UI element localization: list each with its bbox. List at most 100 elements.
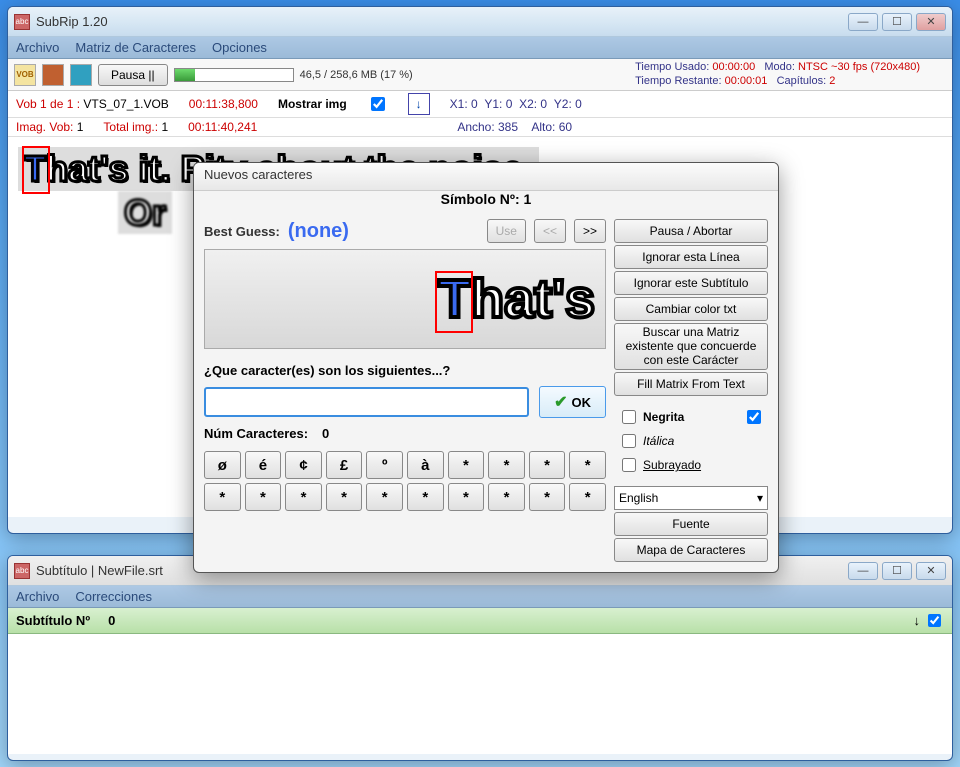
- fill-matrix-button[interactable]: Fill Matrix From Text: [614, 372, 768, 396]
- char-button-4[interactable]: º: [366, 451, 403, 479]
- char-button-5[interactable]: à: [407, 451, 444, 479]
- check-icon: ✔: [554, 392, 567, 412]
- pause-abort-button[interactable]: Pausa / Abortar: [614, 219, 768, 243]
- char-button-6[interactable]: *: [448, 451, 485, 479]
- best-guess-value: (none): [288, 220, 349, 243]
- x1: X1: 0: [450, 97, 478, 111]
- italic-checkbox[interactable]: [622, 434, 636, 448]
- imgvob-label: Imag. Vob:: [16, 120, 73, 134]
- menu2-archivo[interactable]: Archivo: [16, 589, 59, 604]
- change-color-button[interactable]: Cambiar color txt: [614, 297, 768, 321]
- char-button-13[interactable]: *: [326, 483, 363, 511]
- down-arrow-icon[interactable]: ↓: [914, 613, 921, 628]
- next-button[interactable]: >>: [574, 219, 606, 243]
- subtitle-text-area[interactable]: [8, 634, 952, 754]
- imgvob-value: 1: [77, 120, 84, 134]
- window-title: SubRip 1.20: [36, 14, 848, 29]
- progress-text: 46,5 / 258,6 MB (17 %): [300, 69, 413, 81]
- char-button-2[interactable]: ¢: [285, 451, 322, 479]
- char-button-16[interactable]: *: [448, 483, 485, 511]
- ok-button[interactable]: ✔OK: [539, 386, 606, 418]
- char-button-19[interactable]: *: [569, 483, 606, 511]
- underline-label: Subrayado: [643, 458, 701, 472]
- dropdown-icon: ▾: [757, 491, 763, 505]
- close-button-2[interactable]: ✕: [916, 562, 946, 580]
- minimize-button-2[interactable]: —: [848, 562, 878, 580]
- maximize-button-2[interactable]: ☐: [882, 562, 912, 580]
- mode-label: Modo:: [764, 61, 798, 73]
- mostrar-checkbox[interactable]: [371, 97, 385, 111]
- char-button-10[interactable]: *: [204, 483, 241, 511]
- pause-button[interactable]: Pausa ||: [98, 64, 168, 86]
- main-menubar: Archivo Matriz de Caracteres Opciones: [8, 37, 952, 59]
- subtitle-checkbox[interactable]: [928, 614, 941, 627]
- search-matrix-button[interactable]: Buscar una Matriz existente que concuerd…: [614, 323, 768, 370]
- dialog-header: Símbolo Nº: 1: [194, 191, 778, 213]
- char-button-15[interactable]: *: [407, 483, 444, 511]
- charmap-button[interactable]: Mapa de Caracteres: [614, 538, 768, 562]
- vob-label: Vob 1 de 1 :: [16, 97, 80, 111]
- use-button[interactable]: Use: [487, 219, 526, 243]
- menu-archivo[interactable]: Archivo: [16, 40, 59, 55]
- time-rem-label: Tiempo Restante:: [635, 75, 724, 87]
- ancho: Ancho: 385: [457, 120, 518, 134]
- vob-icon[interactable]: VOB: [14, 64, 36, 86]
- prev-button[interactable]: <<: [534, 219, 566, 243]
- char-button-14[interactable]: *: [366, 483, 403, 511]
- bold-extra-checkbox[interactable]: [747, 410, 761, 424]
- ignore-line-button[interactable]: Ignorar esta Línea: [614, 245, 768, 269]
- subtitle-num-label: Subtítulo Nº: [16, 613, 90, 628]
- font-button[interactable]: Fuente: [614, 512, 768, 536]
- char-button-18[interactable]: *: [529, 483, 566, 511]
- new-characters-dialog: Nuevos caracteres Símbolo Nº: 1 Best Gue…: [193, 162, 779, 573]
- underline-checkbox[interactable]: [622, 458, 636, 472]
- bold-checkbox[interactable]: [622, 410, 636, 424]
- wave-icon[interactable]: [70, 64, 92, 86]
- menu-matriz[interactable]: Matriz de Caracteres: [75, 40, 196, 55]
- matrix-icon[interactable]: [42, 64, 64, 86]
- mostrar-label: Mostrar img: [278, 97, 347, 111]
- main-toolbar: VOB Pausa || 46,5 / 258,6 MB (17 %) Tiem…: [8, 59, 952, 91]
- num-chars-value: 0: [322, 426, 329, 441]
- menu-opciones[interactable]: Opciones: [212, 40, 267, 55]
- timecode-1: 00:11:38,800: [189, 97, 258, 111]
- char-button-3[interactable]: £: [326, 451, 363, 479]
- y1: Y1: 0: [484, 97, 512, 111]
- timecode-2: 00:11:40,241: [188, 120, 257, 134]
- app-icon: abc: [14, 14, 30, 30]
- char-button-12[interactable]: *: [285, 483, 322, 511]
- char-button-0[interactable]: ø: [204, 451, 241, 479]
- app-icon-2: abc: [14, 563, 30, 579]
- char-button-8[interactable]: *: [529, 451, 566, 479]
- time-used-value: 00:00:00: [712, 61, 755, 73]
- down-arrow-button[interactable]: ↓: [408, 93, 430, 115]
- bold-label: Negrita: [643, 410, 684, 424]
- progress-bar: [174, 68, 294, 82]
- dialog-title: Nuevos caracteres: [194, 163, 778, 191]
- char-button-9[interactable]: *: [569, 451, 606, 479]
- char-button-17[interactable]: *: [488, 483, 525, 511]
- num-chars-label: Núm Caracteres:: [204, 426, 308, 441]
- totalimg-label: Total img.:: [103, 120, 158, 134]
- prompt-label: ¿Que caracter(es) son los siguientes...?: [204, 363, 606, 378]
- char-button-7[interactable]: *: [488, 451, 525, 479]
- character-input[interactable]: [204, 387, 529, 417]
- x2: X2: 0: [519, 97, 547, 111]
- totalimg-value: 1: [161, 120, 168, 134]
- char-button-11[interactable]: *: [245, 483, 282, 511]
- minimize-button[interactable]: —: [848, 13, 878, 31]
- character-preview: That's: [204, 249, 606, 349]
- italic-label: Itálica: [643, 434, 674, 448]
- ignore-subtitle-button[interactable]: Ignorar este Subtítulo: [614, 271, 768, 295]
- chapters-value: 2: [829, 75, 835, 87]
- time-rem-value: 00:00:01: [725, 75, 768, 87]
- maximize-button[interactable]: ☐: [882, 13, 912, 31]
- subtitle-line-2: Or: [118, 191, 172, 235]
- y2: Y2: 0: [554, 97, 582, 111]
- chapters-label: Capítulos:: [777, 75, 830, 87]
- close-button[interactable]: ✕: [916, 13, 946, 31]
- menu2-correcciones[interactable]: Correcciones: [75, 589, 152, 604]
- vob-file: VTS_07_1.VOB: [83, 97, 168, 111]
- char-button-1[interactable]: é: [245, 451, 282, 479]
- language-select[interactable]: English▾: [614, 486, 768, 510]
